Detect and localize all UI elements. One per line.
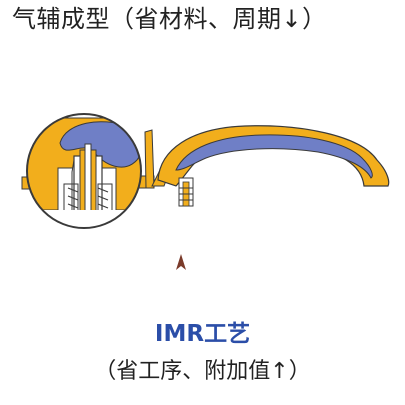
process-benefit-label: （省工序、附加值↑） bbox=[94, 359, 311, 384]
process-name-label: IMR工艺 bbox=[154, 321, 251, 347]
molded-arch-part bbox=[157, 125, 390, 207]
pointer-arrow-icon bbox=[176, 254, 186, 270]
